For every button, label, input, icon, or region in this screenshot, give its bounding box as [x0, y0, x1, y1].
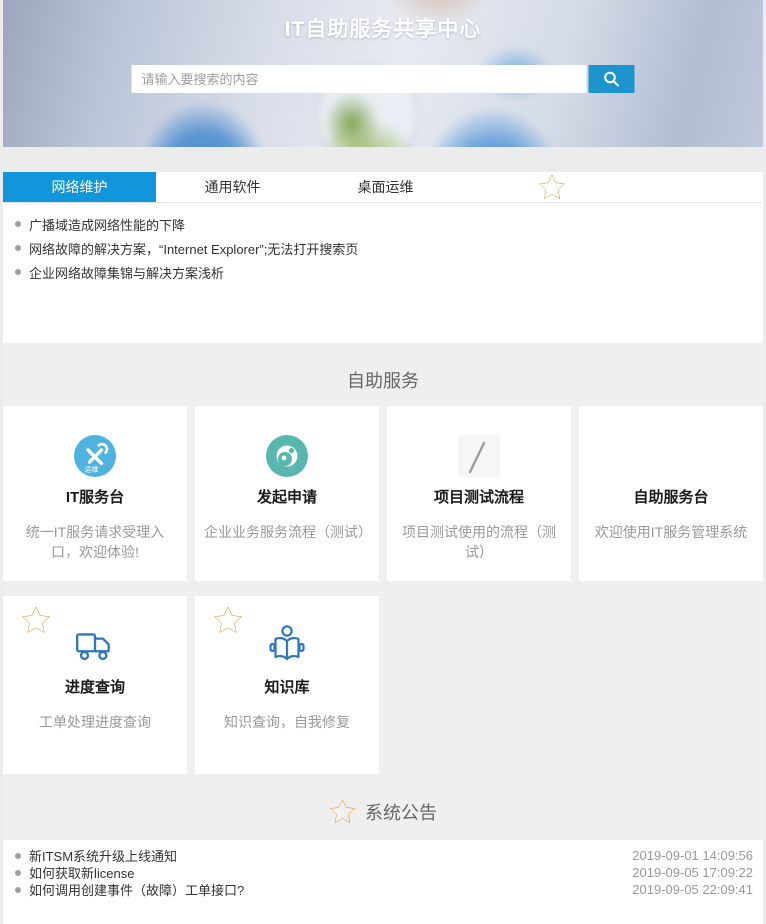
card-description: 统一IT服务请求受理入口，欢迎体验! [3, 522, 187, 563]
star-icon [538, 173, 566, 201]
article-link[interactable]: 广播域造成网络性能的下降 [29, 215, 185, 234]
swirl-icon [265, 434, 309, 478]
card-description: 企业业务服务流程（测试） [195, 522, 379, 542]
card-description: 知识查询，自我修复 [195, 712, 379, 732]
announcement-timestamp: 2019-09-01 14:09:56 [632, 848, 755, 863]
empty-icon-placeholder [579, 434, 763, 478]
self-service-section: 自助服务 运维 IT服务台 统一IT服务请求受理入口，欢迎体验! [3, 343, 763, 840]
announcement-item[interactable]: 如何获取新license 2019-09-05 17:09:22 [15, 864, 755, 881]
card-description: 欢迎使用IT服务管理系统 [579, 522, 763, 542]
star-icon [329, 798, 356, 825]
tab-common-software[interactable]: 通用软件 [156, 172, 309, 202]
card-title: 知识库 [195, 676, 379, 697]
truck-icon [74, 628, 116, 664]
hero-banner: IT自助服务共享中心 [3, 0, 763, 147]
article-list: 广播域造成网络性能的下降 网络故障的解决方案，“Internet Explore… [3, 203, 763, 343]
card-knowledge-base[interactable]: 知识库 知识查询，自我修复 [195, 596, 379, 774]
bullet-icon [15, 887, 21, 893]
card-description: 项目测试使用的流程（测试） [387, 522, 571, 563]
section-title-self-service: 自助服务 [3, 343, 763, 389]
announcement-link[interactable]: 如何调用创建事件（故障）工单接口? [29, 880, 244, 899]
announcement-list: 新ITSM系统升级上线通知 2019-09-01 14:09:56 如何获取新l… [3, 840, 763, 924]
bullet-icon [15, 269, 21, 275]
bullet-icon [15, 221, 21, 227]
star-icon [21, 605, 51, 635]
announcement-item[interactable]: 如何调用创建事件（故障）工单接口? 2019-09-05 22:09:41 [15, 881, 755, 898]
bullet-icon [15, 245, 21, 251]
card-title: IT服务台 [3, 486, 187, 507]
card-project-test-flow[interactable]: 项目测试流程 项目测试使用的流程（测试） [387, 406, 571, 581]
article-item[interactable]: 企业网络故障集锦与解决方案浅析 [15, 260, 755, 284]
card-it-service-desk[interactable]: 运维 IT服务台 统一IT服务请求受理入口，欢迎体验! [3, 406, 187, 581]
search-input[interactable] [132, 65, 587, 93]
bullet-icon [15, 853, 21, 859]
page: IT自助服务共享中心 网络维护 通用软件 桌面运维 广播域造成网络性能的下降 [0, 0, 766, 924]
green-flag-icon [457, 434, 501, 478]
service-cards-row-1: 运维 IT服务台 统一IT服务请求受理入口，欢迎体验! 发起申请 [3, 406, 763, 581]
book-reader-icon [265, 623, 309, 669]
card-progress-query[interactable]: 进度查询 工单处理进度查询 [3, 596, 187, 774]
search-button[interactable] [589, 65, 635, 93]
search-bar [132, 65, 635, 93]
card-title: 项目测试流程 [387, 486, 571, 507]
card-description: 工单处理进度查询 [3, 712, 187, 732]
tab-favorites[interactable] [462, 172, 615, 202]
announcement-timestamp: 2019-09-05 22:09:41 [632, 882, 755, 897]
spacer-strip [3, 147, 763, 172]
tab-bar: 网络维护 通用软件 桌面运维 [3, 172, 763, 203]
bullet-icon [15, 870, 21, 876]
article-link[interactable]: 网络故障的解决方案，“Internet Explorer”;无法打开搜索页 [29, 239, 358, 258]
search-icon [603, 70, 621, 88]
article-item[interactable]: 广播域造成网络性能的下降 [15, 212, 755, 236]
page-title: IT自助服务共享中心 [3, 0, 763, 43]
card-title: 进度查询 [3, 676, 187, 697]
card-title: 发起申请 [195, 486, 379, 507]
announcement-item[interactable]: 新ITSM系统升级上线通知 2019-09-01 14:09:56 [15, 847, 755, 864]
article-item[interactable]: 网络故障的解决方案，“Internet Explorer”;无法打开搜索页 [15, 236, 755, 260]
card-self-service-desk[interactable]: 自助服务台 欢迎使用IT服务管理系统 [579, 406, 763, 581]
article-link[interactable]: 企业网络故障集锦与解决方案浅析 [29, 263, 224, 282]
ops-icon-label: 运维 [85, 465, 99, 474]
tab-desktop-ops[interactable]: 桌面运维 [309, 172, 462, 202]
section-title-announcements: 系统公告 [365, 799, 437, 825]
star-icon [213, 605, 243, 635]
card-start-request[interactable]: 发起申请 企业业务服务流程（测试） [195, 406, 379, 581]
announcement-timestamp: 2019-09-05 17:09:22 [632, 865, 755, 880]
service-cards-row-2: 进度查询 工单处理进度查询 知识库 [3, 596, 763, 774]
card-title: 自助服务台 [579, 486, 763, 507]
tab-network-maintenance[interactable]: 网络维护 [3, 172, 156, 202]
announcements-header: 系统公告 [3, 774, 763, 840]
ops-tools-icon: 运维 [73, 434, 117, 478]
